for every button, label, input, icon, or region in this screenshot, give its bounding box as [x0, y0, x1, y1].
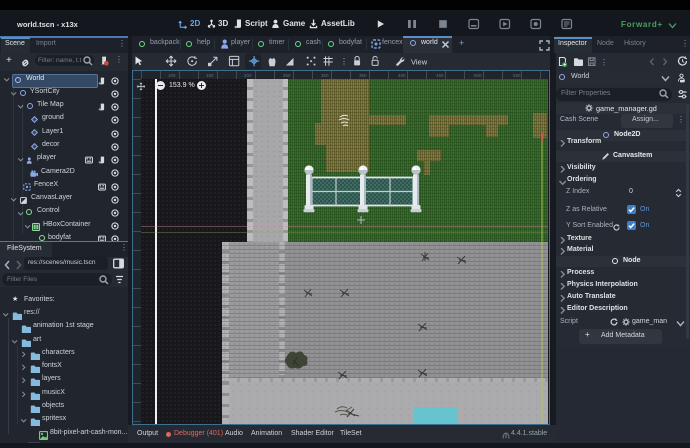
- svg-text:View: View: [411, 58, 428, 67]
- svg-text:⋮: ⋮: [600, 58, 608, 67]
- svg-text:⋮: ⋮: [340, 57, 348, 66]
